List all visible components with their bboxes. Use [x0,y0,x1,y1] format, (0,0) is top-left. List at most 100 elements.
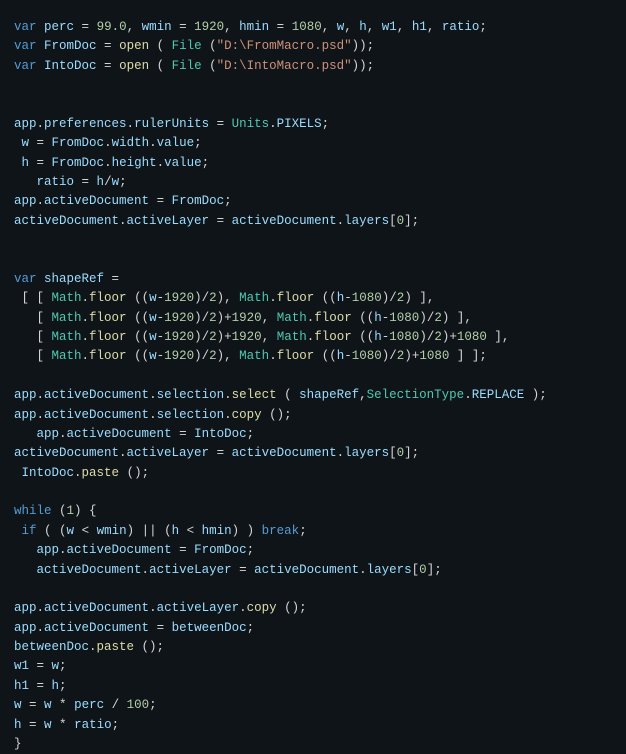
num: 1920 [194,20,224,34]
func-open: open [119,59,149,73]
var-w: w [67,524,75,538]
func-floor: floor [277,291,315,305]
keyword: if [22,524,37,538]
type-units: Units [232,117,270,131]
func-paste: paste [82,466,120,480]
var-activedoc: activeDocument [232,446,337,460]
var-ratio: ratio [37,175,75,189]
var-ratio: ratio [74,718,112,732]
string-path2: "D:\IntoMacro.psd" [217,59,352,73]
num: 1080 [292,20,322,34]
num: 2 [209,311,217,325]
type-seltype: SelectionType [367,388,465,402]
num: 2 [209,349,217,363]
num: 1080 [352,349,382,363]
var-activedoc: activeDocument [14,446,119,460]
func-floor: floor [277,349,315,363]
type-math: Math [277,330,307,344]
var-w: w [149,311,157,325]
num: 0 [397,214,405,228]
func-copy: copy [232,408,262,422]
var-betweendoc: betweenDoc [14,640,89,654]
type-math: Math [52,311,82,325]
code-editor[interactable]: var perc = 99.0, wmin = 1920, hmin = 108… [14,18,612,754]
var-h: h [337,291,345,305]
var-h: h [337,349,345,363]
var-h: h [172,524,180,538]
num: 100 [127,698,150,712]
prop: selection [157,408,225,422]
var-shaperef: shapeRef [44,272,104,286]
var-h1: h1 [412,20,427,34]
var-w: w [149,291,157,305]
var-w: w [44,698,52,712]
func-floor: floor [314,311,352,325]
prop: PIXELS [277,117,322,131]
num: 1920 [232,311,262,325]
prop: layers [344,214,389,228]
var-app: app [14,408,37,422]
num: 2 [209,330,217,344]
num: 1080 [389,330,419,344]
prop: preferences [44,117,127,131]
num: 1080 [389,311,419,325]
func-floor: floor [89,311,127,325]
func-floor: floor [89,330,127,344]
prop: height [112,156,157,170]
var-betweendoc: betweenDoc [172,621,247,635]
type-math: Math [52,291,82,305]
prop: activeDocument [44,408,149,422]
keyword: var [14,272,37,286]
prop: activeLayer [157,601,240,615]
var-hmin: hmin [202,524,232,538]
prop: activeLayer [149,563,232,577]
var-fromdoc: FromDoc [44,39,97,53]
prop: activeDocument [44,601,149,615]
string-path1: "D:\FromMacro.psd" [217,39,352,53]
var-h: h [22,156,30,170]
prop: activeLayer [127,214,210,228]
num: 1920 [232,330,262,344]
var-app: app [14,117,37,131]
num: 2 [434,330,442,344]
type-math: Math [239,349,269,363]
var-app: app [37,543,60,557]
type-math: Math [239,291,269,305]
var-w: w [149,349,157,363]
num: 1920 [164,349,194,363]
keyword: var [14,59,37,73]
prop: activeDocument [44,621,149,635]
var-perc: perc [74,698,104,712]
var-w: w [52,659,60,673]
num: 1 [67,504,75,518]
var-ratio: ratio [442,20,480,34]
var-app: app [37,427,60,441]
num: 2 [397,349,405,363]
var-intodoc: IntoDoc [44,59,97,73]
num: 0 [419,563,427,577]
num: 1080 [352,291,382,305]
var-h: h [359,20,367,34]
prop: value [157,136,195,150]
var-h: h [97,175,105,189]
var-activedoc: activeDocument [232,214,337,228]
func-paste: paste [97,640,135,654]
prop: activeLayer [127,446,210,460]
var-w: w [14,698,22,712]
num: 1920 [164,330,194,344]
var-hmin: hmin [239,20,269,34]
prop: value [164,156,202,170]
var-w: w [44,718,52,732]
var-h: h [374,311,382,325]
var-w: w [149,330,157,344]
var-app: app [14,194,37,208]
brace: } [14,737,22,751]
var-w: w [22,136,30,150]
num: 2 [397,291,405,305]
type-math: Math [277,311,307,325]
prop: activeDocument [67,427,172,441]
var-app: app [14,601,37,615]
var-shaperef: shapeRef [299,388,359,402]
prop: layers [367,563,412,577]
num: 99.0 [97,20,127,34]
